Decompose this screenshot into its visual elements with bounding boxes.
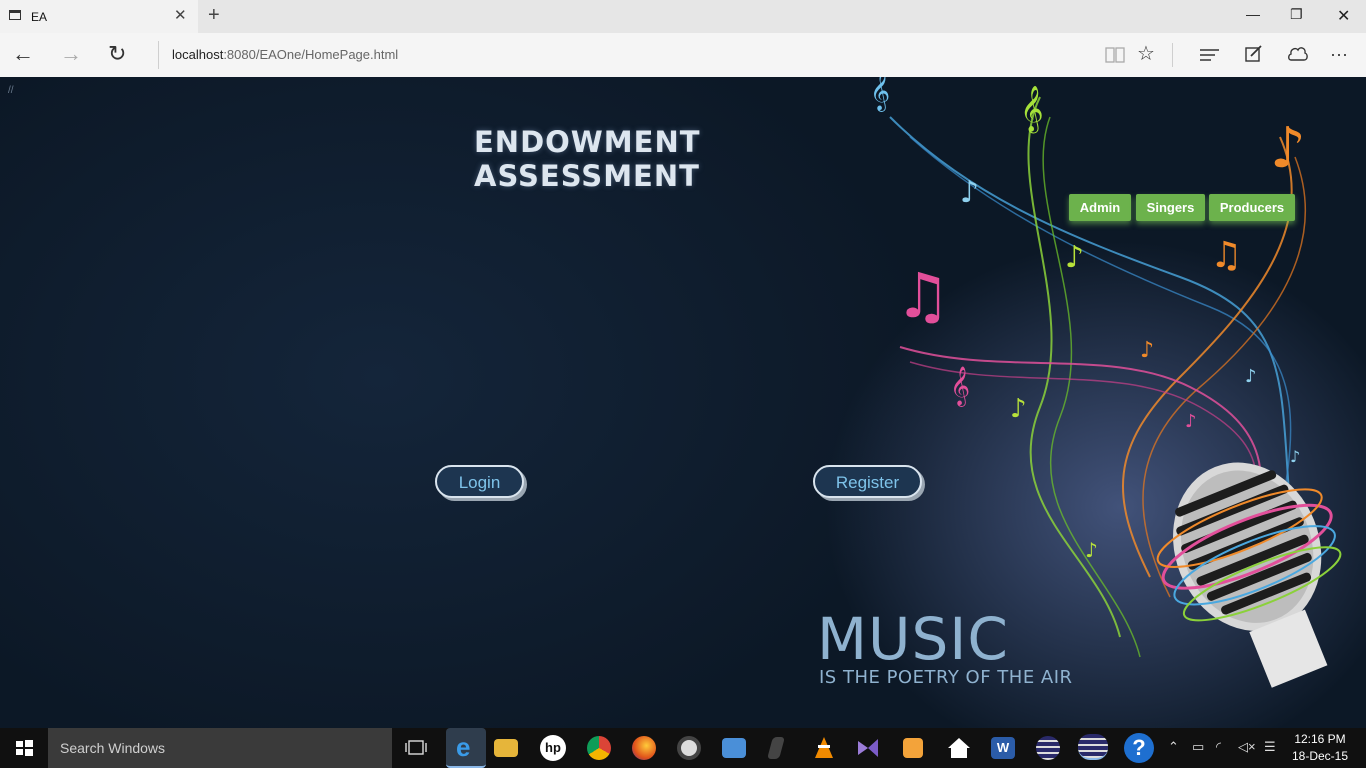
svg-text:♪: ♪ (1140, 338, 1154, 363)
refresh-icon[interactable]: ↻ (108, 41, 126, 67)
vlc-icon[interactable] (812, 736, 836, 760)
close-icon[interactable]: ✕ (1337, 6, 1350, 26)
svg-text:♪: ♪ (1290, 447, 1300, 466)
home-icon[interactable] (947, 737, 971, 759)
word-icon[interactable]: W (991, 737, 1015, 759)
favorite-star-icon[interactable]: ☆ (1137, 41, 1155, 67)
visual-studio-icon[interactable] (856, 737, 880, 759)
window-icon (9, 10, 21, 20)
volume-icon[interactable]: ◁× (1238, 739, 1256, 755)
battery-icon[interactable]: ▭ (1192, 739, 1204, 755)
taskbar: Search Windows e hp W ? ⌃ ▭ ◜ ◁× ☰ 12:16… (0, 728, 1366, 768)
svg-text:♪: ♪ (1270, 116, 1306, 181)
web-note-icon[interactable] (1245, 45, 1263, 63)
plus-icon[interactable]: + (208, 4, 220, 27)
svg-text:♪: ♪ (1065, 240, 1084, 275)
url-field[interactable]: localhost:8080/EAOne/HomePage.html (172, 47, 398, 62)
web-page: // 𝄞 𝄞 ♪ ♪ ♪ ♫ ♫ 𝄞 ♪ ♪ ♪ ♪ ♪ ♪ ENDOWMENT… (0, 77, 1366, 728)
admin-button[interactable]: Admin (1069, 194, 1131, 221)
help-icon[interactable]: ? (1124, 733, 1154, 763)
app-icon-dark[interactable] (767, 737, 785, 759)
share-icon[interactable] (1287, 44, 1309, 64)
eclipse-icon-2[interactable] (1078, 734, 1108, 760)
app-icon-blue[interactable] (722, 738, 746, 758)
clock-date: 18-Dec-15 (1291, 749, 1349, 763)
corner-mark: // (8, 85, 14, 96)
restore-icon[interactable]: ❐ (1290, 6, 1303, 23)
chevron-up-icon[interactable]: ⌃ (1168, 739, 1179, 755)
more-icon[interactable]: ··· (1330, 41, 1348, 67)
svg-text:𝄞: 𝄞 (1020, 86, 1044, 134)
tab-title: EA (31, 10, 48, 24)
music-tagline: IS THE POETRY OF THE AIR (819, 667, 1073, 688)
svg-text:♫: ♫ (1210, 235, 1242, 276)
forward-icon[interactable]: → (60, 41, 82, 67)
close-icon[interactable]: ✕ (174, 6, 187, 24)
svg-text:♫: ♫ (895, 259, 951, 332)
hub-icon[interactable] (1199, 47, 1221, 63)
svg-text:𝄞: 𝄞 (870, 77, 890, 112)
file-explorer-icon[interactable] (494, 739, 518, 757)
media-player-icon[interactable] (677, 736, 701, 760)
music-heading: MUSIC (817, 605, 1009, 673)
svg-text:♪: ♪ (1185, 411, 1197, 432)
lock-app-icon[interactable] (903, 738, 923, 758)
register-button[interactable]: Register (813, 465, 922, 498)
windows-logo-icon[interactable] (0, 728, 48, 768)
edge-icon[interactable]: e (446, 728, 486, 768)
singers-button[interactable]: Singers (1136, 194, 1205, 221)
page-title: ENDOWMENT ASSESSMENT (474, 125, 701, 193)
url-separator (158, 41, 159, 69)
eclipse-icon[interactable] (1036, 736, 1060, 760)
clock-time: 12:16 PM (1294, 732, 1346, 746)
address-bar: ← → ↻ localhost:8080/EAOne/HomePage.html… (0, 33, 1366, 78)
url-host: localhost (172, 47, 224, 62)
svg-text:♪: ♪ (1010, 394, 1027, 424)
notifications-icon[interactable]: ☰ (1264, 739, 1276, 755)
url-path: :8080/EAOne/HomePage.html (223, 47, 399, 62)
login-button[interactable]: Login (435, 465, 524, 498)
svg-text:♪: ♪ (960, 175, 979, 210)
hp-icon[interactable]: hp (540, 735, 566, 761)
task-view-icon[interactable] (404, 738, 428, 758)
chrome-icon[interactable] (587, 736, 611, 760)
svg-text:♪: ♪ (1085, 538, 1098, 562)
toolbar-separator (1172, 43, 1173, 67)
firefox-icon[interactable] (632, 736, 656, 760)
svg-text:♪: ♪ (1245, 366, 1257, 387)
tab-bar: EA ✕ + — ❐ ✕ (0, 0, 1366, 34)
reading-view-icon[interactable] (1105, 46, 1125, 64)
browser-tab[interactable]: EA ✕ (0, 0, 198, 33)
clock[interactable]: 12:16 PM 18-Dec-15 (1290, 731, 1350, 765)
svg-text:𝄞: 𝄞 (950, 366, 970, 407)
wifi-icon[interactable]: ◜ (1216, 739, 1221, 755)
search-input[interactable]: Search Windows (48, 728, 392, 768)
producers-button[interactable]: Producers (1209, 194, 1295, 221)
minimize-icon[interactable]: — (1246, 6, 1260, 22)
back-icon[interactable]: ← (12, 41, 34, 67)
